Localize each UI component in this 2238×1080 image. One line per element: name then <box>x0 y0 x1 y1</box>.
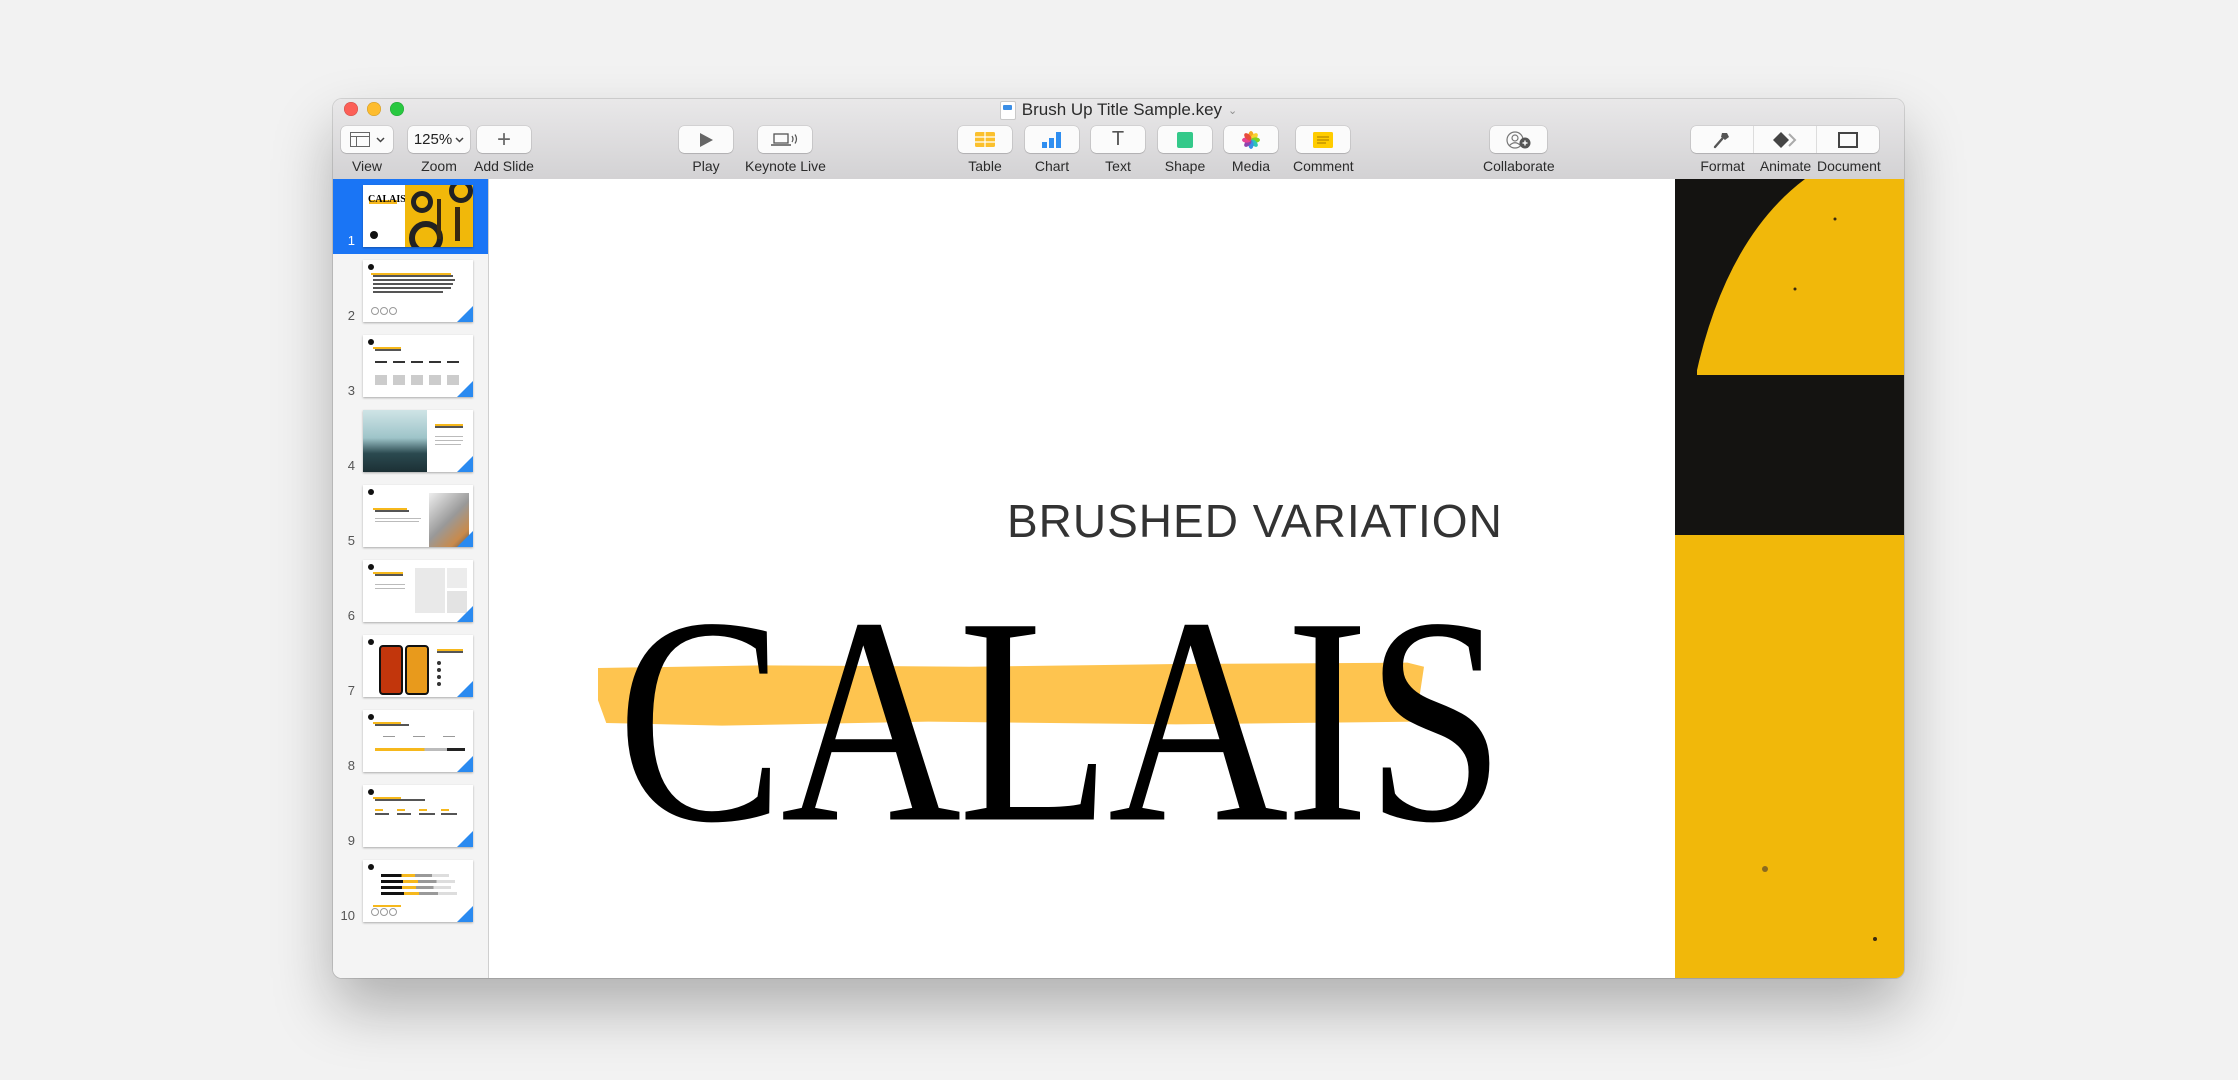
window-title[interactable]: Brush Up Title Sample.key ⌄ <box>333 100 1904 120</box>
thumb-surfer-photo <box>363 410 427 472</box>
slide-number: 3 <box>347 383 355 398</box>
slide-preview <box>363 560 473 622</box>
thumb-phone-1 <box>379 645 403 695</box>
keynote-document-icon <box>999 100 1016 120</box>
toolbar: Brush Up Title Sample.key ⌄ View 125% Zo… <box>333 99 1904 180</box>
keynote-live-button[interactable]: Keynote Live <box>745 126 826 174</box>
slide-thumbnail-5[interactable]: 5 <box>333 479 488 554</box>
slide-thumbnail-10[interactable]: 10 <box>333 854 488 929</box>
slide-number: 8 <box>347 758 355 773</box>
view-button[interactable]: View <box>341 126 393 174</box>
shape-icon <box>1177 131 1193 148</box>
slide-thumbnail-1[interactable]: CALAIS 1 <box>333 179 488 254</box>
slide-thumbnail-6[interactable]: 6 <box>333 554 488 629</box>
slide-number: 6 <box>347 608 355 623</box>
play-label: Play <box>692 158 720 174</box>
chevron-down-icon <box>375 136 385 143</box>
slide-number: 1 <box>347 233 355 248</box>
slide-number: 9 <box>347 833 355 848</box>
slide-preview <box>363 635 473 697</box>
sidebar-layout-icon <box>349 132 370 147</box>
slide-thumbnail-7[interactable]: 7 <box>333 629 488 704</box>
keynote-window: Brush Up Title Sample.key ⌄ View 125% Zo… <box>333 99 1904 978</box>
slide-subtitle[interactable]: BRUSHED VARIATION <box>1007 494 1503 548</box>
slide-thumbnail-9[interactable]: 9 <box>333 779 488 854</box>
chevron-down-icon <box>455 136 464 143</box>
format-button[interactable] <box>1691 126 1754 153</box>
plus-icon: + <box>496 125 511 153</box>
comment-icon <box>1313 131 1334 148</box>
keynote-live-icon <box>771 132 798 146</box>
slide-number: 7 <box>347 683 355 698</box>
collaborate-label: Collaborate <box>1483 158 1555 174</box>
chart-icon <box>1042 131 1061 148</box>
add-slide-label: Add Slide <box>474 158 534 174</box>
chart-label: Chart <box>1034 158 1070 174</box>
slide-preview <box>363 485 473 547</box>
slide-title[interactable]: CALAIS <box>617 573 1505 869</box>
paintbrush-icon <box>1713 132 1729 148</box>
document-icon <box>1838 131 1858 148</box>
collaborate-button[interactable]: Collaborate <box>1483 126 1555 174</box>
animate-label: Animate <box>1759 158 1812 174</box>
document-label: Document <box>1817 158 1881 174</box>
animate-diamond-icon <box>1773 131 1797 148</box>
slide-thumbnail-8[interactable]: 8 <box>333 704 488 779</box>
chevron-down-icon: ⌄ <box>1228 104 1238 117</box>
add-slide-button[interactable]: + Add Slide <box>474 125 534 175</box>
zoom-label: Zoom <box>421 158 457 174</box>
yellow-black-painted-photo <box>1675 179 1904 978</box>
thumb-phone-2 <box>405 645 429 695</box>
slide-preview <box>363 335 473 397</box>
keynote-live-label: Keynote Live <box>745 158 826 174</box>
slide-number: 4 <box>347 458 355 473</box>
photos-icon <box>1242 130 1260 149</box>
slide-preview: CALAIS <box>363 185 473 247</box>
text-icon: T <box>1111 128 1125 150</box>
collaborate-icon <box>1506 130 1531 149</box>
chart-button[interactable]: Chart <box>1025 126 1079 174</box>
table-button[interactable]: Table <box>958 126 1012 174</box>
slide-preview <box>363 260 473 322</box>
comment-button[interactable]: Comment <box>1293 126 1354 174</box>
slide-thumbnail-4[interactable]: 4 <box>333 404 488 479</box>
zoom-value: 125% <box>413 131 453 148</box>
shape-label: Shape <box>1164 158 1206 174</box>
play-icon <box>699 132 713 147</box>
slide-canvas[interactable]: BRUSHED VARIATION CALAIS <box>489 179 1675 978</box>
document-name: Brush Up Title Sample.key <box>1021 100 1223 119</box>
slide-navigator: CALAIS 1 2 3 4 5 6 7 8 9 10 <box>333 179 489 978</box>
text-label: Text <box>1105 158 1131 174</box>
slide-preview <box>363 785 473 847</box>
table-icon <box>975 132 995 147</box>
zoom-menu[interactable]: 125% Zoom <box>408 126 470 174</box>
slide-thumbnail-3[interactable]: 3 <box>333 329 488 404</box>
slide-photo[interactable] <box>1675 179 1904 978</box>
inspector-segmented-control: Format Animate Document <box>1691 126 1881 174</box>
media-button[interactable]: Media <box>1224 126 1278 174</box>
slide-number: 2 <box>347 308 355 323</box>
shape-button[interactable]: Shape <box>1158 126 1212 174</box>
thumb-title: CALAIS <box>368 194 406 205</box>
slide-number: 10 <box>340 908 355 923</box>
media-label: Media <box>1231 158 1271 174</box>
slide-preview <box>363 710 473 772</box>
comment-label: Comment <box>1293 158 1354 174</box>
format-label: Format <box>1700 158 1745 174</box>
document-button[interactable] <box>1817 126 1879 153</box>
table-label: Table <box>968 158 1002 174</box>
text-button[interactable]: T Text <box>1091 126 1145 174</box>
play-button[interactable]: Play <box>679 126 733 174</box>
slide-number: 5 <box>347 533 355 548</box>
thumb-photo <box>405 185 473 247</box>
slide-thumbnail-2[interactable]: 2 <box>333 254 488 329</box>
slide-preview <box>363 410 473 472</box>
thumb-chair-photo <box>415 568 445 613</box>
animate-button[interactable] <box>1754 126 1817 153</box>
slide-preview <box>363 860 473 922</box>
view-label: View <box>351 158 383 174</box>
